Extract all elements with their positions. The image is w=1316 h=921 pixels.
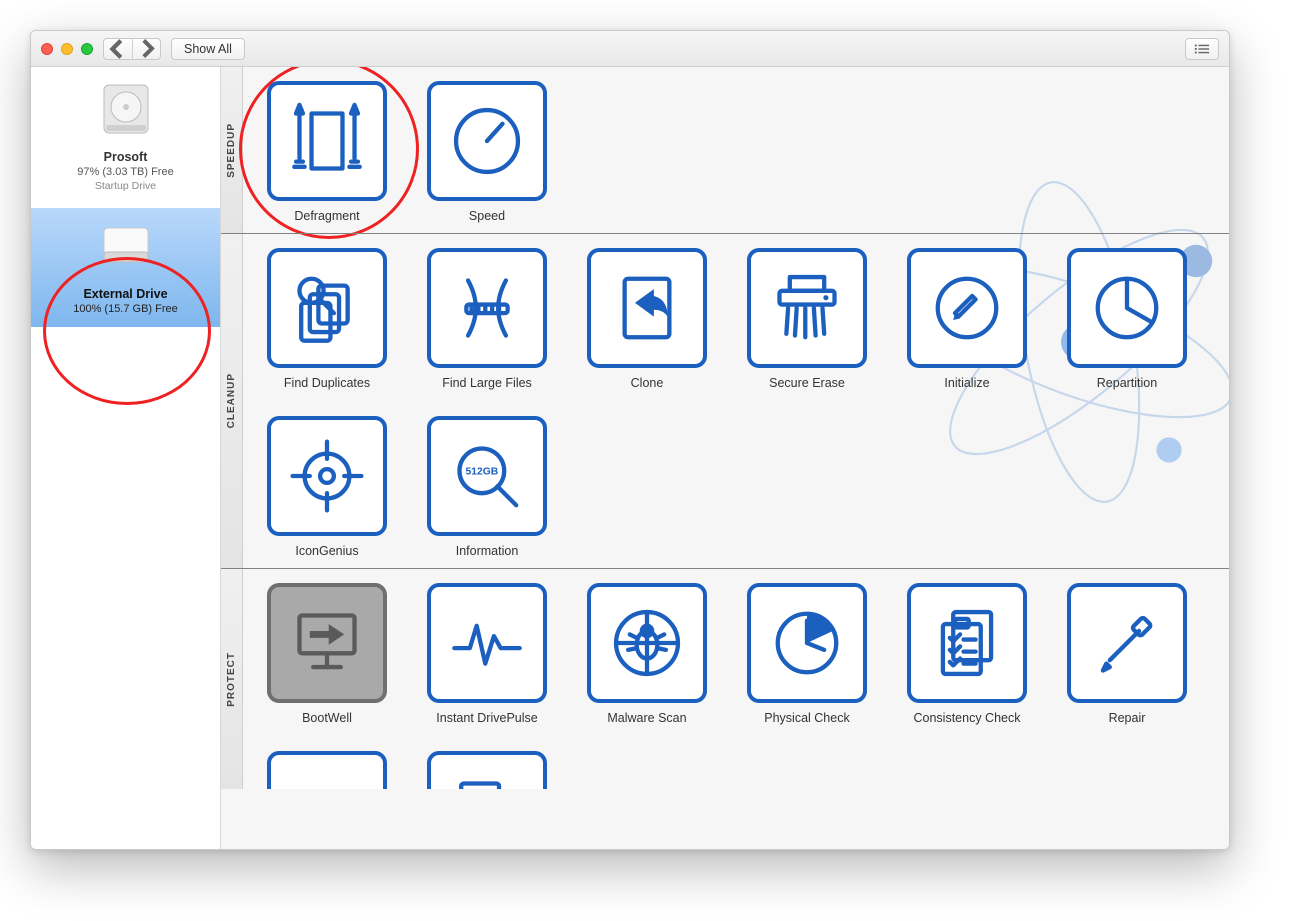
tool-label: Malware Scan — [581, 711, 713, 725]
tool-label: Defragment — [261, 209, 393, 223]
tool-information[interactable]: 512GB Information — [421, 416, 553, 558]
section-cleanup: CLEANUP Find Duplicates — [221, 233, 1229, 568]
zoom-window-button[interactable] — [81, 43, 93, 55]
list-icon — [1194, 43, 1210, 55]
tool-label: Repair — [1061, 711, 1193, 725]
duplicates-icon — [284, 265, 370, 351]
internal-hdd-icon — [94, 77, 158, 141]
tool-panel: SPEEDUP Defragment — [221, 67, 1229, 849]
svg-text:512GB: 512GB — [465, 466, 498, 477]
show-all-button[interactable]: Show All — [171, 38, 245, 60]
corset-icon — [444, 265, 530, 351]
sidebar-drive-internal[interactable]: Prosoft 97% (3.03 TB) Free Startup Drive — [31, 71, 220, 204]
defragment-icon — [284, 98, 370, 184]
tool-clone[interactable]: Clone — [581, 248, 713, 390]
report-icon — [444, 768, 530, 789]
drive-free: 100% (15.7 GB) Free — [35, 303, 216, 315]
tool-label: Find Duplicates — [261, 376, 393, 390]
nav-forward-button[interactable] — [132, 39, 160, 59]
tool-label: Instant DrivePulse — [421, 711, 553, 725]
rebuild-icon — [284, 768, 370, 789]
section-protect: PROTECT BootWell — [221, 568, 1229, 789]
tool-label: Speed — [421, 209, 553, 223]
shredder-icon — [764, 265, 850, 351]
section-speedup: SPEEDUP Defragment — [221, 67, 1229, 233]
clone-icon — [604, 265, 690, 351]
view-mode-button[interactable] — [1185, 38, 1219, 60]
pulse-icon — [444, 600, 530, 686]
tool-instant-drivepulse[interactable]: Instant DrivePulse — [421, 583, 553, 725]
section-label: SPEEDUP — [221, 67, 243, 233]
monitor-arrow-icon — [284, 600, 370, 686]
info-mag-icon: 512GB — [444, 433, 530, 519]
nav-back-button[interactable] — [104, 39, 132, 59]
target-icon — [284, 433, 370, 519]
tool-label: BootWell — [261, 711, 393, 725]
tool-label: Consistency Check — [901, 711, 1033, 725]
pie-icon — [1084, 265, 1170, 351]
app-window: Show All Prosoft 97% (3.03 TB) Free — [30, 30, 1230, 850]
tool-malware-scan[interactable]: Malware Scan — [581, 583, 713, 725]
tool-consistency-check[interactable]: Consistency Check — [901, 583, 1033, 725]
tool-label: Find Large Files — [421, 376, 553, 390]
tool-rebuild[interactable] — [261, 751, 393, 789]
clock-pie-icon — [764, 600, 850, 686]
checklist-icon — [924, 600, 1010, 686]
screwdriver-icon — [1084, 600, 1170, 686]
window-controls — [41, 43, 93, 55]
tool-repair[interactable]: Repair — [1061, 583, 1193, 725]
sidebar-drive-external[interactable]: External Drive 100% (15.7 GB) Free — [31, 208, 220, 327]
tool-label: Repartition — [1061, 376, 1193, 390]
tool-label: IconGenius — [261, 544, 393, 558]
tool-repartition[interactable]: Repartition — [1061, 248, 1193, 390]
drive-name: Prosoft — [35, 150, 216, 164]
tool-secure-erase[interactable]: Secure Erase — [741, 248, 873, 390]
close-window-button[interactable] — [41, 43, 53, 55]
tool-defragment[interactable]: Defragment — [261, 81, 393, 223]
tool-label: Physical Check — [741, 711, 873, 725]
tool-initialize[interactable]: Initialize — [901, 248, 1033, 390]
tool-report[interactable] — [421, 751, 553, 789]
minimize-window-button[interactable] — [61, 43, 73, 55]
drive-name: External Drive — [35, 287, 216, 301]
drive-sidebar: Prosoft 97% (3.03 TB) Free Startup Drive… — [31, 67, 221, 849]
tool-icongenius[interactable]: IconGenius — [261, 416, 393, 558]
drive-free: 97% (3.03 TB) Free — [35, 166, 216, 178]
nav-back-forward — [103, 38, 161, 60]
section-label: PROTECT — [221, 569, 243, 789]
tool-speed[interactable]: Speed — [421, 81, 553, 223]
external-drive-icon — [94, 214, 158, 278]
pencil-circle-icon — [924, 265, 1010, 351]
titlebar: Show All — [31, 31, 1229, 67]
tool-find-duplicates[interactable]: Find Duplicates — [261, 248, 393, 390]
tool-label: Secure Erase — [741, 376, 873, 390]
tool-find-large-files[interactable]: Find Large Files — [421, 248, 553, 390]
tool-label: Information — [421, 544, 553, 558]
tool-label: Initialize — [901, 376, 1033, 390]
tool-physical-check[interactable]: Physical Check — [741, 583, 873, 725]
drive-subtitle: Startup Drive — [35, 180, 216, 192]
section-label: CLEANUP — [221, 234, 243, 568]
tool-bootwell[interactable]: BootWell — [261, 583, 393, 725]
tool-label: Clone — [581, 376, 713, 390]
speedometer-icon — [444, 98, 530, 184]
bug-target-icon — [604, 600, 690, 686]
